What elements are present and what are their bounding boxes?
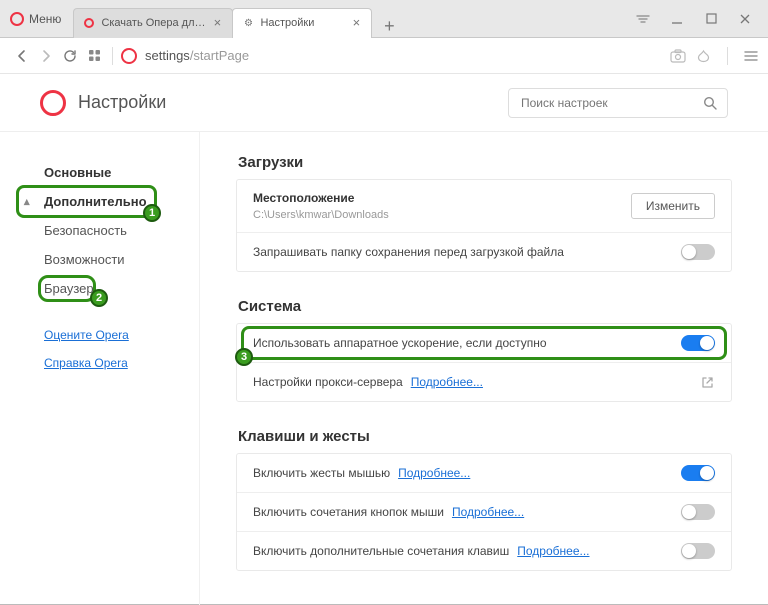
location-path: C:\Users\kmwar\Downloads — [253, 209, 389, 221]
learn-more-link[interactable]: Подробнее... — [411, 375, 483, 389]
extra-shortcuts-row[interactable]: Включить дополнительные сочетания клавиш… — [237, 531, 731, 570]
row-label: Включить дополнительные сочетания клавиш — [253, 544, 509, 558]
url-suffix: /startPage — [190, 48, 249, 63]
minimize-button[interactable] — [660, 4, 694, 34]
start-page-button[interactable] — [82, 44, 106, 68]
sidebar-item-label: Браузер — [44, 281, 94, 296]
settings-body: Основные ▴ Дополнительно 1 Безопасность … — [0, 132, 768, 605]
settings-content: Загрузки Местоположение C:\Users\kmwar\D… — [200, 132, 768, 605]
location-label: Местоположение — [253, 191, 389, 205]
ask-before-download-row[interactable]: Запрашивать папку сохранения перед загру… — [237, 232, 731, 271]
gestures-panel: Включить жесты мышью Подробнее... Включи… — [236, 453, 732, 571]
ask-toggle[interactable] — [681, 244, 715, 260]
page-title: Настройки — [78, 92, 508, 113]
back-button[interactable] — [10, 44, 34, 68]
tab-download-opera[interactable]: Скачать Опера для комп × — [73, 8, 233, 38]
tab-settings[interactable]: ⚙ Настройки × — [232, 8, 372, 38]
mouse-gestures-row[interactable]: Включить жесты мышью Подробнее... — [237, 454, 731, 492]
gear-icon: ⚙ — [241, 16, 255, 30]
mouse-gestures-toggle[interactable] — [681, 465, 715, 481]
close-window-button[interactable] — [728, 4, 762, 34]
tab-strip: Скачать Опера для комп × ⚙ Настройки × + — [73, 0, 401, 38]
proxy-label: Настройки прокси-сервера — [253, 375, 403, 389]
sidebar-item-advanced[interactable]: ▴ Дополнительно 1 — [0, 187, 199, 216]
sidebar-item-features[interactable]: Возможности — [0, 245, 199, 274]
learn-more-link[interactable]: Подробнее... — [452, 505, 524, 519]
sidebar-link-rate[interactable]: Оцените Opera — [0, 321, 199, 349]
divider — [112, 47, 113, 65]
learn-more-link[interactable]: Подробнее... — [517, 544, 589, 558]
section-title-downloads: Загрузки — [238, 154, 732, 171]
proxy-settings-row[interactable]: Настройки прокси-сервера Подробнее... — [237, 362, 731, 401]
system-panel: Использовать аппаратное ускорение, если … — [236, 323, 732, 402]
rocker-gestures-row[interactable]: Включить сочетания кнопок мыши Подробнее… — [237, 492, 731, 531]
change-location-button[interactable]: Изменить — [631, 193, 715, 219]
settings-search[interactable] — [508, 88, 728, 118]
window-titlebar: Меню Скачать Опера для комп × ⚙ Настройк… — [0, 0, 768, 38]
settings-sidebar: Основные ▴ Дополнительно 1 Безопасность … — [0, 132, 200, 605]
row-label: Включить жесты мышью — [253, 466, 390, 480]
snapshot-icon[interactable] — [670, 49, 686, 63]
divider — [727, 47, 728, 65]
sidebar-item-basic[interactable]: Основные — [0, 158, 199, 187]
sidebar-item-label: Основные — [44, 165, 111, 180]
forward-button[interactable] — [34, 44, 58, 68]
section-title-gestures: Клавиши и жесты — [238, 428, 732, 445]
window-controls — [626, 4, 768, 34]
bookmark-icon[interactable] — [696, 49, 711, 63]
rocker-gestures-toggle[interactable] — [681, 504, 715, 520]
sidebar-item-security[interactable]: Безопасность — [0, 216, 199, 245]
annotation-badge-3: 3 — [235, 348, 253, 366]
settings-header: Настройки — [0, 74, 768, 132]
learn-more-link[interactable]: Подробнее... — [398, 466, 470, 480]
address-bar: settings/startPage — [0, 38, 768, 74]
tab-label: Настройки — [260, 17, 345, 29]
row-label: Включить сочетания кнопок мыши — [253, 505, 444, 519]
opera-icon — [10, 12, 24, 26]
sidebar-item-label: Безопасность — [44, 223, 127, 238]
download-location-row: Местоположение C:\Users\kmwar\Downloads … — [237, 180, 731, 232]
sidebar-link-help[interactable]: Справка Opera — [0, 349, 199, 377]
sidebar-link-label: Оцените Opera — [44, 328, 129, 342]
sidebar-link-label: Справка Opera — [44, 356, 128, 370]
easy-setup-icon[interactable] — [626, 4, 660, 34]
reload-button[interactable] — [58, 44, 82, 68]
annotation-badge-2: 2 — [90, 289, 108, 307]
easy-setup-icon[interactable] — [744, 49, 758, 63]
menu-label: Меню — [29, 12, 61, 26]
maximize-button[interactable] — [694, 4, 728, 34]
opera-icon — [82, 16, 96, 30]
close-icon[interactable]: × — [210, 16, 224, 30]
hw-label: Использовать аппаратное ускорение, если … — [253, 336, 547, 350]
external-link-icon — [699, 374, 715, 390]
sidebar-item-label: Возможности — [44, 252, 125, 267]
address-field[interactable]: settings/startPage — [145, 48, 670, 63]
close-icon[interactable]: × — [349, 16, 363, 30]
new-tab-button[interactable]: + — [377, 14, 401, 38]
search-input[interactable] — [519, 95, 703, 111]
url-prefix: settings — [145, 48, 190, 63]
extra-shortcuts-toggle[interactable] — [681, 543, 715, 559]
sidebar-item-browser[interactable]: Браузер 2 — [0, 274, 199, 303]
hardware-accel-toggle[interactable] — [681, 335, 715, 351]
ask-label: Запрашивать папку сохранения перед загру… — [253, 245, 564, 259]
opera-logo-icon — [40, 90, 66, 116]
hardware-accel-row[interactable]: Использовать аппаратное ускорение, если … — [237, 324, 731, 362]
sidebar-item-label: Дополнительно — [44, 194, 147, 209]
annotation-badge-1: 1 — [143, 204, 161, 222]
search-icon — [703, 96, 717, 110]
tab-label: Скачать Опера для комп — [101, 17, 206, 29]
chevron-up-icon: ▴ — [24, 195, 30, 208]
opera-icon — [121, 48, 137, 64]
opera-menu-button[interactable]: Меню — [4, 6, 67, 32]
downloads-panel: Местоположение C:\Users\kmwar\Downloads … — [236, 179, 732, 272]
section-title-system: Система — [238, 298, 732, 315]
